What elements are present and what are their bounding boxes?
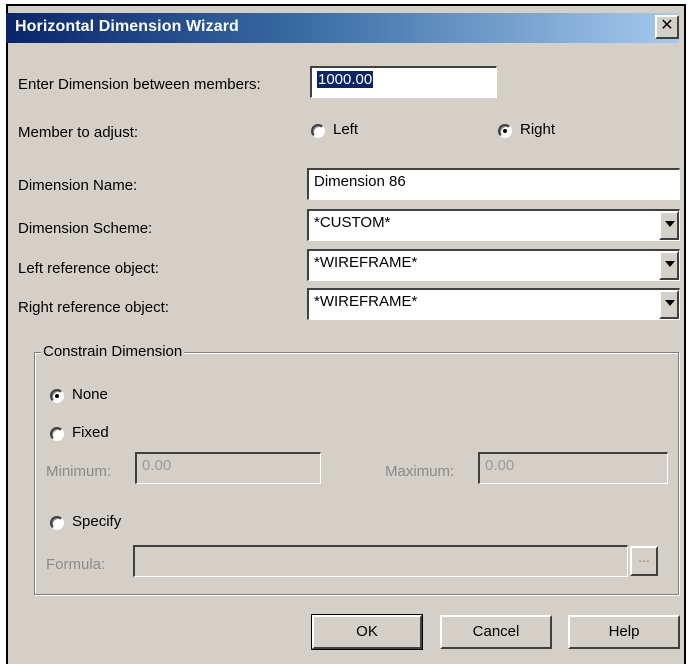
member-right-label[interactable]: Right bbox=[520, 121, 555, 138]
dimension-name-label: Dimension Name: bbox=[18, 177, 138, 194]
ok-button[interactable]: OK bbox=[311, 614, 423, 650]
dimension-scheme-select[interactable]: *CUSTOM* bbox=[307, 209, 680, 241]
dimension-label: Enter Dimension between members: bbox=[18, 76, 261, 93]
constrain-specify-label[interactable]: Specify bbox=[72, 513, 121, 530]
dimension-scheme-value: *CUSTOM* bbox=[314, 214, 391, 231]
minimum-label: Minimum: bbox=[46, 463, 112, 480]
constrain-specify-radio[interactable] bbox=[50, 516, 64, 530]
chevron-down-icon[interactable] bbox=[659, 211, 679, 240]
help-button[interactable]: Help bbox=[568, 615, 680, 649]
constrain-legend: Constrain Dimension bbox=[41, 343, 185, 360]
formula-input[interactable] bbox=[133, 545, 628, 577]
member-left-radio[interactable] bbox=[311, 124, 325, 138]
maximum-label: Maximum: bbox=[385, 463, 455, 480]
dimension-input[interactable]: 1000.00 bbox=[310, 66, 497, 98]
formula-label: Formula: bbox=[46, 556, 106, 573]
member-left-label[interactable]: Left bbox=[333, 121, 358, 138]
member-label: Member to adjust: bbox=[18, 124, 139, 141]
close-button[interactable]: ✕ bbox=[655, 15, 679, 39]
minimum-input[interactable]: 0.00 bbox=[135, 452, 321, 484]
right-reference-label: Right reference object: bbox=[18, 299, 169, 316]
member-right-radio[interactable] bbox=[498, 124, 512, 138]
dimension-name-input[interactable]: Dimension 86 bbox=[307, 168, 680, 200]
constrain-fixed-radio[interactable] bbox=[50, 427, 64, 441]
chevron-down-icon[interactable] bbox=[659, 251, 679, 280]
window-title: Horizontal Dimension Wizard bbox=[15, 18, 239, 35]
constrain-none-label[interactable]: None bbox=[72, 386, 108, 403]
right-reference-value: *WIREFRAME* bbox=[314, 293, 418, 310]
close-icon: ✕ bbox=[660, 17, 674, 34]
cancel-button[interactable]: Cancel bbox=[440, 615, 552, 649]
dimension-scheme-label: Dimension Scheme: bbox=[18, 220, 153, 237]
right-reference-select[interactable]: *WIREFRAME* bbox=[307, 288, 680, 320]
left-reference-value: *WIREFRAME* bbox=[314, 254, 418, 271]
constrain-fixed-label[interactable]: Fixed bbox=[72, 424, 109, 441]
chevron-down-icon[interactable] bbox=[659, 290, 679, 319]
left-reference-select[interactable]: *WIREFRAME* bbox=[307, 249, 680, 281]
left-reference-label: Left reference object: bbox=[18, 260, 159, 277]
title-bar[interactable]: Horizontal Dimension Wizard ✕ bbox=[6, 13, 679, 43]
maximum-input[interactable]: 0.00 bbox=[478, 452, 668, 484]
formula-browse-button[interactable]: ... bbox=[630, 546, 658, 576]
constrain-none-radio[interactable] bbox=[50, 389, 64, 403]
dimension-value: 1000.00 bbox=[317, 71, 374, 88]
